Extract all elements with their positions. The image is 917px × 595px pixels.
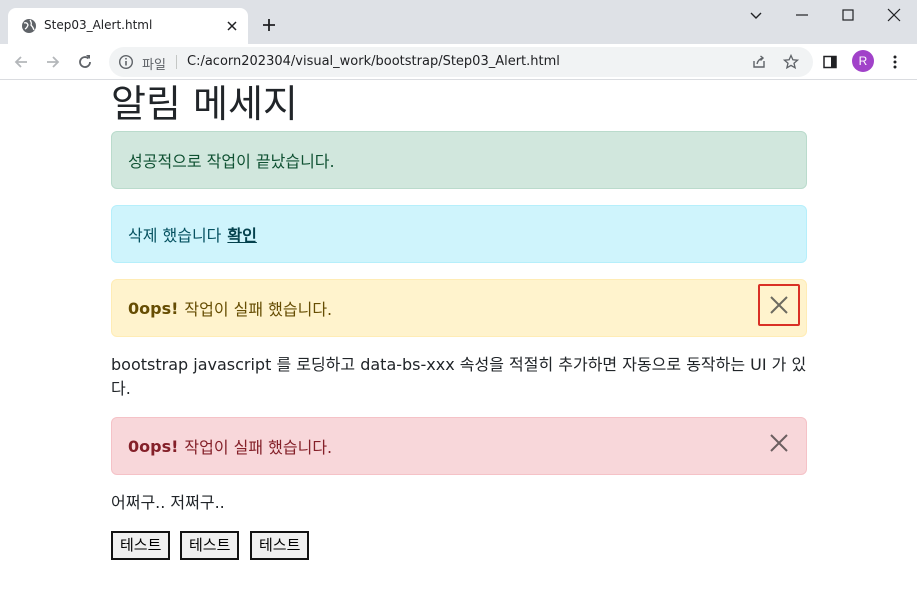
share-icon[interactable] <box>751 54 767 70</box>
address-separator <box>176 55 177 69</box>
url-text[interactable]: C:/acorn202304/visual_work/bootstrap/Ste… <box>187 54 560 69</box>
alert-warning: 0ops! 작업이 실패 했습니다. <box>111 279 807 337</box>
browser-tab[interactable]: Step03_Alert.html <box>8 8 248 44</box>
browser-toolbar: 파일 C:/acorn202304/visual_work/bootstrap/… <box>0 44 917 80</box>
tab-strip: Step03_Alert.html <box>0 0 917 44</box>
alert-danger-close-button[interactable] <box>758 422 800 464</box>
tab-title: Step03_Alert.html <box>44 18 153 32</box>
back-arrow-icon[interactable] <box>12 53 30 71</box>
alert-warning-close-button[interactable] <box>758 284 800 326</box>
confirm-link[interactable]: 확인 <box>227 222 256 246</box>
secondary-paragraph: 어쩌구.. 저쩌구.. <box>111 493 225 512</box>
alert-info: 삭제 했습니다 확인 <box>111 205 807 263</box>
description-paragraph: bootstrap javascript 를 로딩하고 data-bs-xxx … <box>111 355 807 398</box>
page-title: 알림 메세지 <box>111 82 298 126</box>
bookmark-star-icon[interactable] <box>783 54 799 70</box>
test-button-1[interactable]: 테스트 <box>111 531 171 560</box>
alert-warning-text: 작업이 실패 했습니다. <box>184 300 333 319</box>
globe-icon <box>22 19 36 33</box>
address-bar[interactable]: 파일 C:/acorn202304/visual_work/bootstrap/… <box>109 47 813 77</box>
alert-danger-text: 작업이 실패 했습니다. <box>184 438 333 457</box>
alert-info-text: 삭제 했습니다 <box>128 226 222 245</box>
test-button-2[interactable]: 테스트 <box>180 531 240 560</box>
close-icon <box>770 434 788 452</box>
profile-avatar[interactable]: R <box>852 50 874 72</box>
maximize-icon[interactable] <box>840 7 856 23</box>
window-close-icon[interactable] <box>886 7 902 23</box>
minimize-icon[interactable] <box>794 7 810 23</box>
alert-warning-strong: 0ops! <box>128 298 179 318</box>
reload-icon[interactable] <box>76 53 94 71</box>
info-icon[interactable] <box>118 54 134 70</box>
test-button-3[interactable]: 테스트 <box>250 531 310 560</box>
alert-success-text: 성공적으로 작업이 끝났습니다. <box>128 152 335 171</box>
side-panel-icon[interactable] <box>822 54 838 70</box>
alert-danger-strong: 0ops! <box>128 436 179 456</box>
alert-danger: 0ops! 작업이 실패 했습니다. <box>111 417 807 475</box>
scheme-label: 파일 <box>142 58 166 73</box>
new-tab-icon[interactable] <box>261 17 277 33</box>
tab-search-chevron-icon[interactable] <box>748 7 764 23</box>
close-icon <box>770 296 788 314</box>
alert-success: 성공적으로 작업이 끝났습니다. <box>111 131 807 189</box>
forward-arrow-icon[interactable] <box>44 53 62 71</box>
menu-kebab-icon[interactable] <box>887 54 903 70</box>
tab-close-icon[interactable] <box>224 18 240 34</box>
